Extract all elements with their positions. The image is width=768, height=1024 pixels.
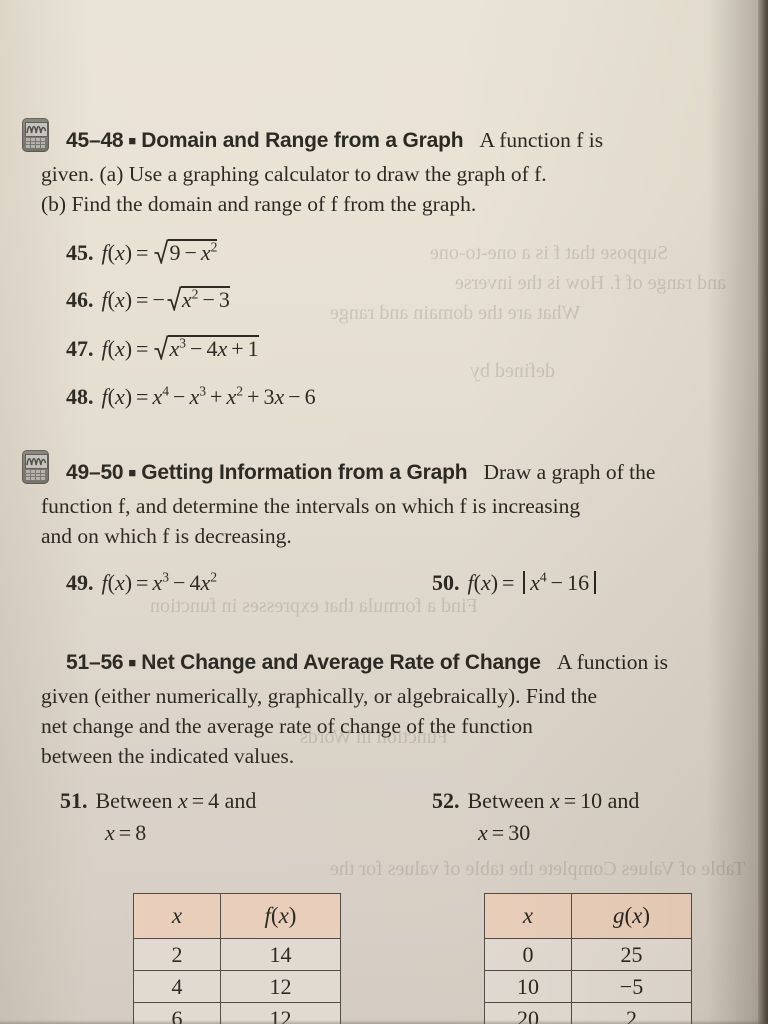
- group-title: Domain and Range from a Graph: [141, 129, 464, 152]
- group-heading-51-56: 51–56 ■ Net Change and Average Rate of Cha…: [66, 648, 766, 677]
- group-bullet-icon: ■: [128, 655, 137, 670]
- group-range: 45–48: [66, 129, 124, 152]
- group-lead-line: A function is: [556, 650, 668, 674]
- graphing-calculator-icon: [22, 450, 49, 484]
- table-row: 4 12: [133, 970, 341, 1003]
- cell-x: 10: [484, 970, 572, 1003]
- problem-number: 48.: [66, 384, 94, 409]
- group-heading-49-50: 49–50 ■ Getting Information from a Graph D…: [66, 458, 766, 487]
- problem-number: 52.: [432, 788, 460, 813]
- group-lead-line: given. (a) Use a graphing calculator to …: [41, 162, 547, 186]
- problem-number: 50.: [432, 570, 460, 595]
- photo-edge-bottom: [0, 1020, 768, 1024]
- group-range: 51–56: [66, 651, 124, 674]
- group-lead-line: net change and the average rate of chang…: [41, 714, 533, 738]
- problem-number: 47.: [66, 336, 94, 361]
- table-col-header-x: x: [484, 893, 572, 939]
- group-lead-line: and on which f is decreasing.: [41, 524, 292, 548]
- problem-52-line2: x = 30: [478, 820, 531, 845]
- group-bullet-icon: ■: [128, 465, 137, 480]
- calculator-screen-icon: [25, 453, 48, 469]
- problem-number: 51.: [60, 788, 88, 813]
- table-row: 10 −5: [484, 970, 692, 1003]
- problem-51-line2: x = 8: [105, 820, 147, 845]
- problem-51: 51. Between x = 4 and: [60, 788, 257, 813]
- group-heading-45-48: 45–48 ■ Domain and Range from a Graph A fu…: [66, 126, 756, 155]
- group-lead-line: A function f is: [479, 128, 604, 152]
- calculator-keys-icon: [26, 470, 45, 480]
- cell-gx: 25: [571, 938, 692, 971]
- cell-gx: −5: [571, 970, 692, 1003]
- calculator-screen-icon: [25, 121, 48, 137]
- group-range: 49–50: [66, 461, 124, 484]
- table-52: x g(x) 0 25 10 −5 20 2: [484, 893, 692, 1024]
- cell-x: 4: [133, 970, 221, 1003]
- problem-number: 45.: [66, 240, 94, 265]
- group-lead-line: given (either numerically, graphically, …: [41, 684, 597, 708]
- group-lead-line: between the indicated values.: [41, 744, 295, 768]
- calculator-keys-icon: [26, 138, 45, 148]
- problem-number: 46.: [66, 287, 94, 312]
- textbook-page: Suppose that f is a one-to-one and range…: [0, 0, 768, 1024]
- problem-50: 50. f(x) = x4−16: [432, 570, 601, 596]
- problem-46: 46. f(x) = − x2−3: [66, 286, 230, 313]
- problem-49: 49. f(x) = x3−4x2: [66, 569, 218, 595]
- cell-x: 0: [484, 938, 572, 971]
- problem-48: 48. f(x) = x4− x3 + x2 +3x −6: [66, 383, 316, 409]
- table-51: x f(x) 2 14 4 12 6 12: [133, 893, 341, 1024]
- problem-45: 45. f(x) = 9− x2: [66, 239, 218, 266]
- table-row: 2 14: [133, 938, 341, 971]
- group-lead-line: Draw a graph of the: [483, 460, 656, 484]
- table-row: 0 25: [484, 938, 692, 971]
- problem-52: 52. Between x = 10 and: [432, 788, 640, 813]
- problem-number: 49.: [66, 570, 94, 595]
- table-header-row: x g(x): [484, 893, 692, 939]
- group-lead-line: function f, and determine the intervals …: [41, 494, 581, 518]
- table-col-header-fx: f(x): [220, 893, 341, 939]
- cell-fx: 12: [220, 970, 341, 1003]
- table-header-row: x f(x): [133, 893, 341, 939]
- group-title: Getting Information from a Graph: [141, 461, 468, 484]
- table-col-header-x: x: [133, 893, 221, 939]
- cell-fx: 14: [220, 938, 341, 971]
- cell-x: 2: [133, 938, 221, 971]
- problem-47: 47. f(x) = x3−4x +1: [66, 335, 259, 362]
- group-title: Net Change and Average Rate of Change: [141, 651, 541, 674]
- group-lead-line: (b) Find the domain and range of f from …: [41, 192, 477, 216]
- group-bullet-icon: ■: [128, 133, 137, 148]
- photo-edge-right: [758, 0, 768, 1024]
- table-col-header-gx: g(x): [571, 893, 692, 939]
- graphing-calculator-icon: [22, 118, 49, 152]
